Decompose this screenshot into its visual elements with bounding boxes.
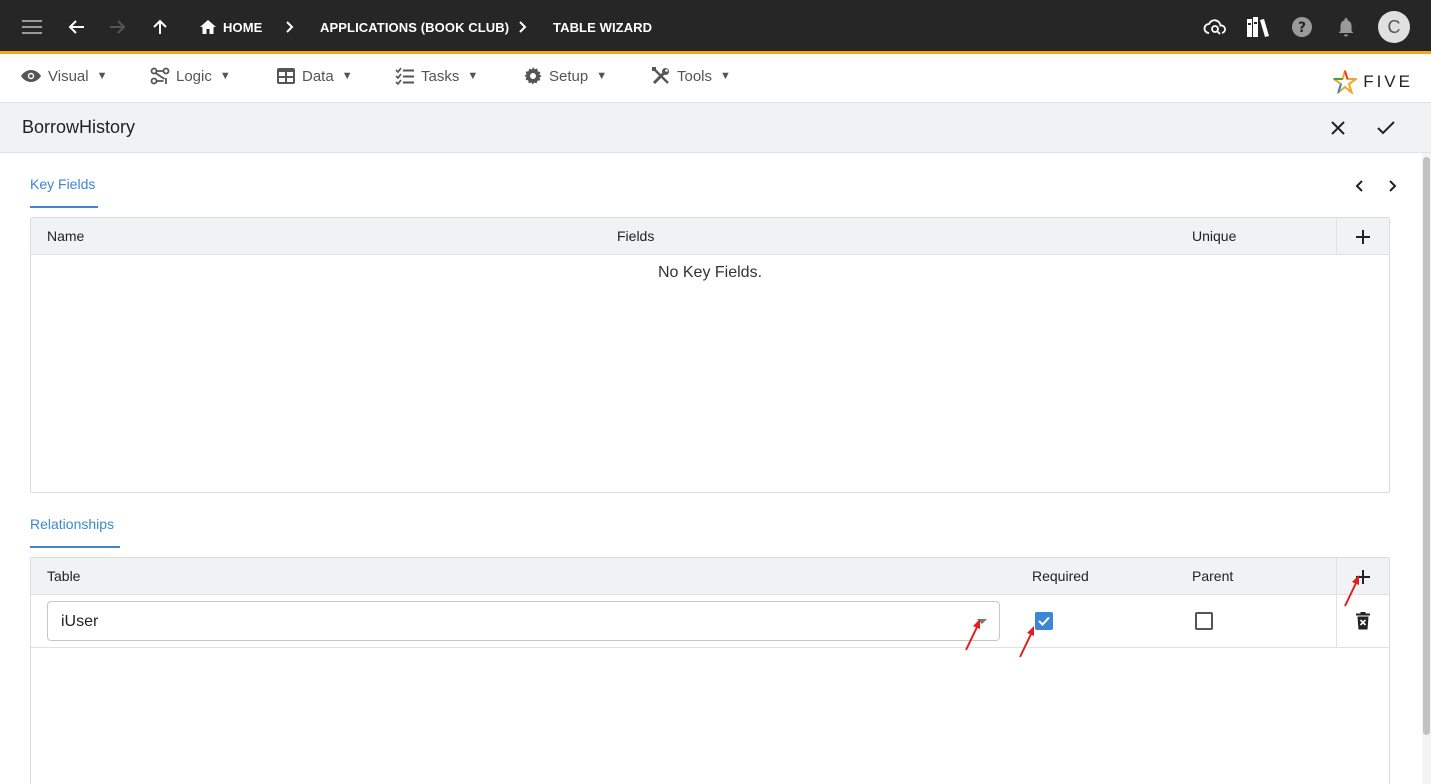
parent-checkbox[interactable] [1195,612,1213,630]
menu-tools[interactable]: Tools ▼ [651,62,731,90]
menu-bar: Visual ▼ Logic ▼ Data ▼ Tasks ▼ Setup ▼ Tools… [0,54,1431,103]
hamburger-menu-icon[interactable] [18,0,48,54]
menu-visual-label: Visual [48,67,89,85]
column-header-table: Table [47,568,81,584]
relationships-tab-indicator [30,546,120,548]
key-fields-empty-message: No Key Fields. [657,264,763,281]
column-header-name: Name [47,228,85,244]
menu-logic[interactable]: Logic ▼ [150,62,231,90]
key-fields-table-header: Name Fields Unique [31,218,1389,255]
previous-page-chevron-icon[interactable] [1349,176,1369,196]
library-books-icon[interactable] [1244,0,1272,54]
column-header-fields: Fields [617,228,655,244]
checklist-icon [395,67,414,85]
forward-arrow-icon[interactable] [104,0,130,54]
key-fields-tab[interactable]: Key Fields [30,176,95,192]
menu-logic-label: Logic [176,67,212,85]
relationships-table: Table Required Parent iUser [30,557,1390,784]
menu-data[interactable]: Data ▼ [276,62,353,90]
annotation-arrow-icon [965,619,980,651]
cancel-close-icon[interactable] [1325,115,1351,141]
plus-icon [1356,229,1370,244]
chevron-right-icon [282,0,298,54]
gear-icon [524,67,542,85]
logic-flow-icon [150,67,170,85]
svg-text:?: ? [1298,20,1306,36]
column-header-parent: Parent [1192,568,1234,584]
next-page-chevron-icon[interactable] [1383,176,1403,196]
relationships-tab[interactable]: Relationships [30,516,114,532]
scrollbar-thumb[interactable] [1423,157,1430,735]
annotation-arrow-icon [1019,626,1034,658]
five-star-logo-icon [1333,70,1358,94]
menu-setup[interactable]: Setup ▼ [523,62,607,90]
column-header-required: Required [1032,568,1089,584]
table-grid-icon [277,68,295,84]
cloud-search-icon[interactable] [1202,0,1228,54]
notifications-bell-icon[interactable] [1335,0,1357,54]
up-arrow-icon[interactable] [148,0,172,54]
help-icon[interactable]: ? [1290,0,1314,54]
form-title: BorrowHistory [22,117,136,137]
top-app-bar: HOME APPLICATIONS (BOOK CLUB) TABLE WIZA… [0,0,1431,54]
relationship-table-select[interactable]: iUser [47,601,1000,641]
save-check-icon[interactable] [1373,115,1399,141]
home-icon[interactable] [197,0,219,54]
breadcrumb-home[interactable]: HOME [223,0,262,54]
breadcrumb-applications[interactable]: APPLICATIONS (BOOK CLUB) [320,0,509,54]
table-row: iUser [31,595,1389,648]
annotation-arrow-icon [1344,575,1359,607]
key-fields-table: Name Fields Unique No Key Fields. [30,217,1390,493]
user-avatar[interactable]: C [1378,0,1410,54]
menu-data-label: Data [302,67,334,85]
key-fields-tab-indicator [30,206,98,208]
tools-wrench-icon [652,67,669,85]
logo-text: FIVE [1363,72,1413,91]
form-header: BorrowHistory [0,103,1431,153]
vertical-scrollbar[interactable] [1422,153,1431,784]
menu-setup-label: Setup [549,67,589,85]
menu-tools-label: Tools [677,67,713,85]
add-key-field-button[interactable] [1336,218,1389,255]
relationships-table-header: Table Required Parent [31,558,1389,595]
back-arrow-icon[interactable] [64,0,90,54]
delete-trash-icon [1356,612,1370,630]
menu-tasks-label: Tasks [421,67,460,85]
breadcrumb-table-wizard[interactable]: TABLE WIZARD [553,0,652,54]
column-header-unique: Unique [1192,228,1237,244]
avatar-initial: C [1378,11,1410,43]
menu-tasks[interactable]: Tasks ▼ [395,62,478,90]
eye-icon [21,70,41,82]
relationship-table-value: iUser [61,613,99,630]
menu-visual[interactable]: Visual ▼ [20,62,107,90]
five-logo: FIVE [1333,70,1413,94]
chevron-right-icon [515,0,531,54]
